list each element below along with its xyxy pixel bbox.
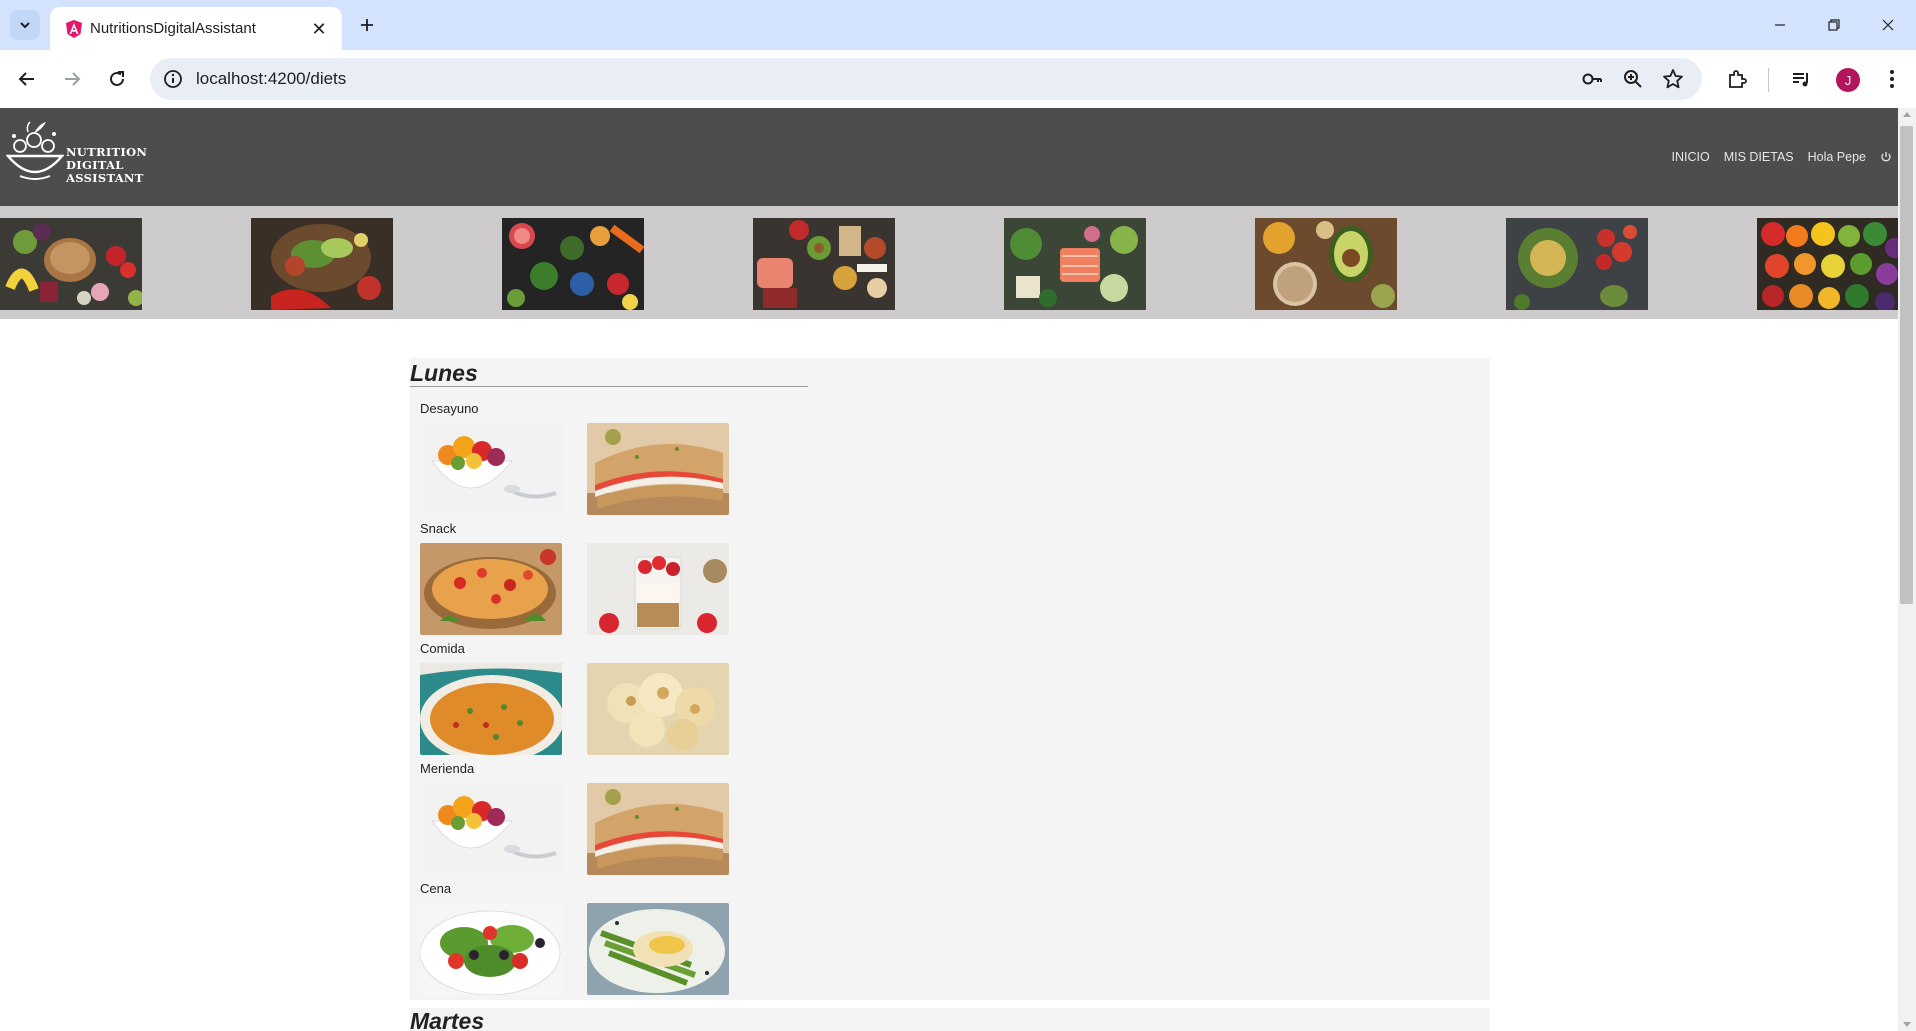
food-image-green-salad[interactable]: [420, 903, 562, 995]
info-icon[interactable]: [162, 68, 184, 90]
media-icon[interactable]: [1788, 66, 1814, 92]
minimize-icon: [1775, 24, 1785, 26]
scrollbar-thumb[interactable]: [1900, 126, 1913, 604]
toolbar-separator: [1768, 68, 1769, 92]
logo-text: NUTRITION DIGITAL ASSISTANT: [66, 146, 147, 185]
banner-image-salad-avocado-tomato: [251, 218, 393, 310]
food-image-sandwich[interactable]: [587, 423, 729, 515]
day-card-lunes: Lunes Desayuno Snack Comida Merienda Cen…: [410, 358, 1490, 1000]
banner-image-vegetables-fruit-bread: [0, 218, 142, 310]
minimize-button[interactable]: [1752, 0, 1808, 50]
food-image-fruit-bowl[interactable]: [420, 783, 562, 875]
close-window-button[interactable]: [1860, 0, 1916, 50]
app-header: NUTRITION DIGITAL ASSISTANT INICIO MIS D…: [0, 108, 1898, 206]
banner-image-rainbow-vegetables: [1757, 218, 1898, 310]
address-bar[interactable]: localhost:4200/diets: [150, 58, 1702, 100]
close-icon[interactable]: ✕: [308, 18, 330, 40]
browser-toolbar: localhost:4200/diets J: [0, 50, 1916, 108]
key-icon[interactable]: [1580, 67, 1604, 91]
banner-image-colorful-produce: [502, 218, 644, 310]
meal-label-merienda: Merienda: [420, 761, 475, 776]
restore-button[interactable]: [1806, 0, 1862, 50]
logo-line-3: ASSISTANT: [66, 171, 144, 185]
url-text[interactable]: localhost:4200/diets: [196, 69, 346, 89]
page-viewport: NUTRITION DIGITAL ASSISTANT INICIO MIS D…: [0, 108, 1898, 1031]
restore-icon: [1828, 19, 1840, 31]
banner-image-tomato-salad-bowl: [1506, 218, 1648, 310]
profile-avatar[interactable]: J: [1836, 68, 1860, 92]
angular-favicon-icon: [66, 20, 82, 38]
salad-bowl-logo-icon: [6, 121, 64, 180]
browser-tab[interactable]: NutritionsDigitalAssistant ✕: [50, 7, 342, 50]
reload-icon: [110, 71, 124, 86]
browser-tab-strip: NutritionsDigitalAssistant ✕: [0, 0, 1916, 50]
food-image-cauliflower-gratin[interactable]: [587, 663, 729, 755]
star-icon[interactable]: [1661, 67, 1685, 91]
banner-image-salmon-greens: [1004, 218, 1146, 310]
nav-greeting[interactable]: Hola Pepe: [1808, 150, 1866, 164]
forward-button[interactable]: [55, 62, 89, 96]
nav-mis-dietas[interactable]: MIS DIETAS: [1724, 150, 1794, 164]
banner-image-avocado-grains: [1255, 218, 1397, 310]
top-navigation: INICIO MIS DIETAS Hola Pepe: [1672, 150, 1893, 164]
power-icon[interactable]: [1880, 151, 1892, 163]
back-icon: [18, 72, 34, 86]
food-image-fish-asparagus[interactable]: [587, 903, 729, 995]
menu-icon[interactable]: [1879, 66, 1905, 92]
tab-title: NutritionsDigitalAssistant: [90, 20, 256, 37]
new-tab-button[interactable]: [352, 10, 382, 40]
tab-list-button[interactable]: [10, 10, 40, 40]
chevron-down-icon: [20, 22, 30, 29]
day-card-martes: Martes: [410, 1008, 1490, 1031]
nav-inicio[interactable]: INICIO: [1672, 150, 1710, 164]
scroll-up-arrow-icon[interactable]: [1903, 112, 1911, 117]
day-title: Lunes: [410, 360, 478, 386]
food-image-sandwich[interactable]: [587, 783, 729, 875]
meal-label-snack: Snack: [420, 521, 457, 536]
forward-icon: [65, 72, 81, 86]
food-image-yogurt-parfait[interactable]: [587, 543, 729, 635]
food-image-paella[interactable]: [420, 663, 562, 755]
page-scrollbar[interactable]: [1898, 108, 1916, 1031]
day-title: Martes: [410, 1008, 485, 1031]
back-button[interactable]: [10, 62, 44, 96]
reload-button[interactable]: [100, 62, 134, 96]
food-image-open-toast[interactable]: [420, 543, 562, 635]
meal-label-comida: Comida: [420, 641, 465, 656]
scroll-down-arrow-icon[interactable]: [1903, 1022, 1911, 1027]
plus-icon: [361, 19, 373, 31]
meal-label-cena: Cena: [420, 881, 452, 896]
zoom-icon[interactable]: [1621, 67, 1645, 91]
food-image-fruit-bowl[interactable]: [420, 423, 562, 515]
close-window-icon: [1882, 19, 1894, 31]
food-banner: [0, 206, 1898, 319]
app-logo[interactable]: NUTRITION DIGITAL ASSISTANT: [6, 118, 147, 192]
extensions-icon[interactable]: [1724, 66, 1750, 92]
day-title-divider: [410, 386, 808, 387]
meal-label-desayuno: Desayuno: [420, 401, 479, 416]
banner-image-protein-vegetables: [753, 218, 895, 310]
